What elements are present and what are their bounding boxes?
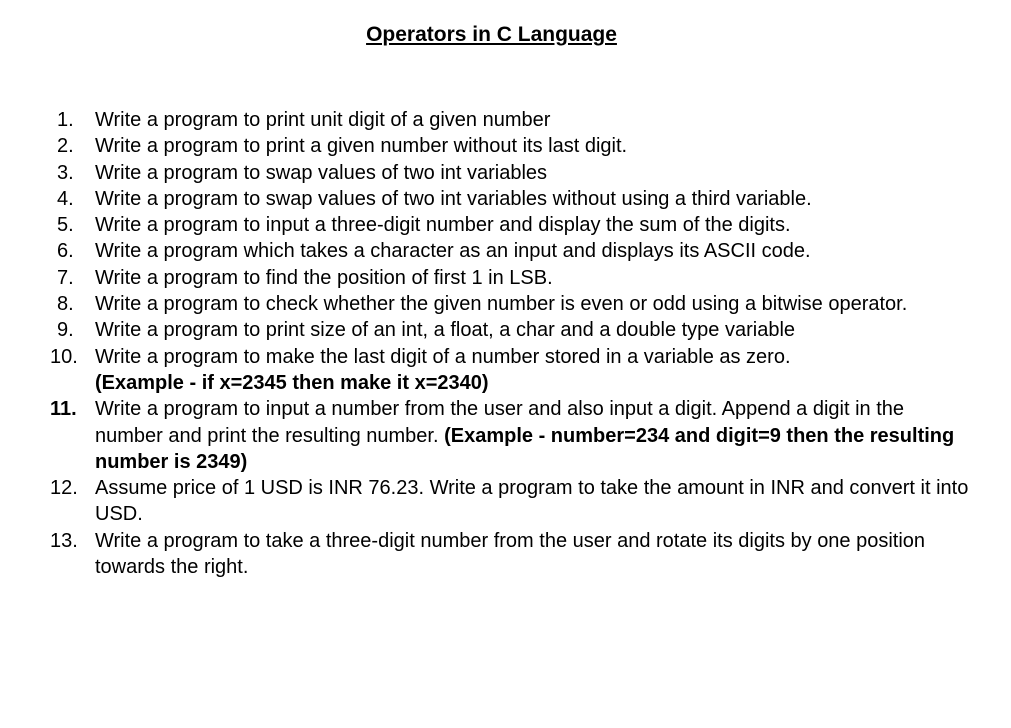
item-number-label: 3.	[57, 161, 74, 184]
item-number-label: 12.	[50, 477, 78, 500]
item-number-label: 4.	[57, 187, 74, 210]
item-number: 1.	[40, 107, 95, 133]
item-text-main: Write a program to check whether the giv…	[95, 293, 908, 316]
item-example: (Example - if x=2345 then make it x=2340…	[95, 371, 489, 394]
list-item: 12. Assume price of 1 USD is INR 76.23. …	[40, 475, 970, 528]
list-item: 4. Write a program to swap values of two…	[40, 186, 970, 212]
item-text-main: Assume price of 1 USD is INR 76.23. Writ…	[95, 477, 969, 526]
item-text-main: Write a program which takes a character …	[95, 240, 811, 263]
list-item: 10. Write a program to make the last dig…	[40, 344, 970, 397]
list-item: 6. Write a program which takes a charact…	[40, 238, 970, 264]
item-number: 3.	[40, 160, 95, 186]
item-text: Write a program to take a three-digit nu…	[95, 528, 970, 581]
item-number-label: 8.	[57, 293, 74, 316]
item-number-label: 13.	[50, 529, 78, 552]
item-text: Write a program to swap values of two in…	[95, 160, 970, 186]
item-number-label: 1.	[57, 109, 74, 131]
item-text: Write a program to print size of an int,…	[95, 317, 970, 343]
list-item: 1. Write a program to print unit digit o…	[40, 107, 970, 133]
list-item: 9. Write a program to print size of an i…	[40, 317, 970, 343]
list-item: 5. Write a program to input a three-digi…	[40, 212, 970, 238]
item-text: Write a program which takes a character …	[95, 238, 970, 264]
list-item: 3. Write a program to swap values of two…	[40, 160, 970, 186]
item-number: 6.	[40, 238, 95, 264]
item-text: Assume price of 1 USD is INR 76.23. Writ…	[95, 475, 970, 528]
item-number: 10.	[40, 344, 95, 397]
item-text-main: Write a program to find the position of …	[95, 266, 553, 289]
item-text-main: Write a program to swap values of two in…	[95, 187, 812, 210]
list-item: 8. Write a program to check whether the …	[40, 291, 970, 317]
item-number-label: 11.	[50, 398, 77, 421]
item-text: Write a program to print unit digit of a…	[95, 107, 970, 133]
item-number-label: 2.	[57, 135, 74, 158]
item-number: 8.	[40, 291, 95, 317]
item-text: Write a program to swap values of two in…	[95, 186, 970, 212]
item-number: 2.	[40, 133, 95, 159]
item-text-main: Write a program to take a three-digit nu…	[95, 529, 926, 579]
item-text-main: Write a program to print unit digit of a…	[95, 109, 551, 131]
item-text-main: Write a program to make the last digit o…	[95, 345, 791, 368]
item-number: 13.	[40, 528, 95, 581]
item-text-main: Write a program to print a given number …	[95, 135, 628, 158]
item-number: 7.	[40, 265, 95, 291]
question-list: 1. Write a program to print unit digit o…	[40, 107, 970, 580]
item-text: Write a program to print a given number …	[95, 133, 970, 159]
item-number-label: 5.	[57, 214, 74, 237]
list-item: 13. Write a program to take a three-digi…	[40, 528, 970, 581]
item-number: 5.	[40, 212, 95, 238]
item-text: Write a program to input a three-digit n…	[95, 212, 970, 238]
item-text-main: Write a program to print size of an int,…	[95, 319, 796, 342]
list-item: 11. Write a program to input a number fr…	[40, 396, 970, 475]
item-text: Write a program to make the last digit o…	[95, 344, 970, 397]
list-item: 2. Write a program to print a given numb…	[40, 133, 970, 159]
item-number: 9.	[40, 317, 95, 343]
item-number-label: 9.	[57, 319, 74, 342]
document-page: Operators in C Language 1. Write a progr…	[0, 0, 1011, 728]
item-number-label: 10.	[50, 345, 78, 368]
item-text: Write a program to check whether the giv…	[95, 291, 970, 317]
item-number-label: 6.	[57, 240, 74, 263]
item-text: Write a program to find the position of …	[95, 265, 970, 291]
item-number: 12.	[40, 475, 95, 528]
item-number: 11.	[40, 396, 95, 475]
document-title: Operators in C Language	[366, 23, 617, 46]
item-text-main: Write a program to swap values of two in…	[95, 161, 548, 184]
item-number-label: 7.	[57, 266, 74, 289]
item-text-main: Write a program to input a three-digit n…	[95, 214, 791, 237]
list-item: 7. Write a program to find the position …	[40, 265, 970, 291]
item-text: Write a program to input a number from t…	[95, 396, 970, 475]
item-number: 4.	[40, 186, 95, 212]
